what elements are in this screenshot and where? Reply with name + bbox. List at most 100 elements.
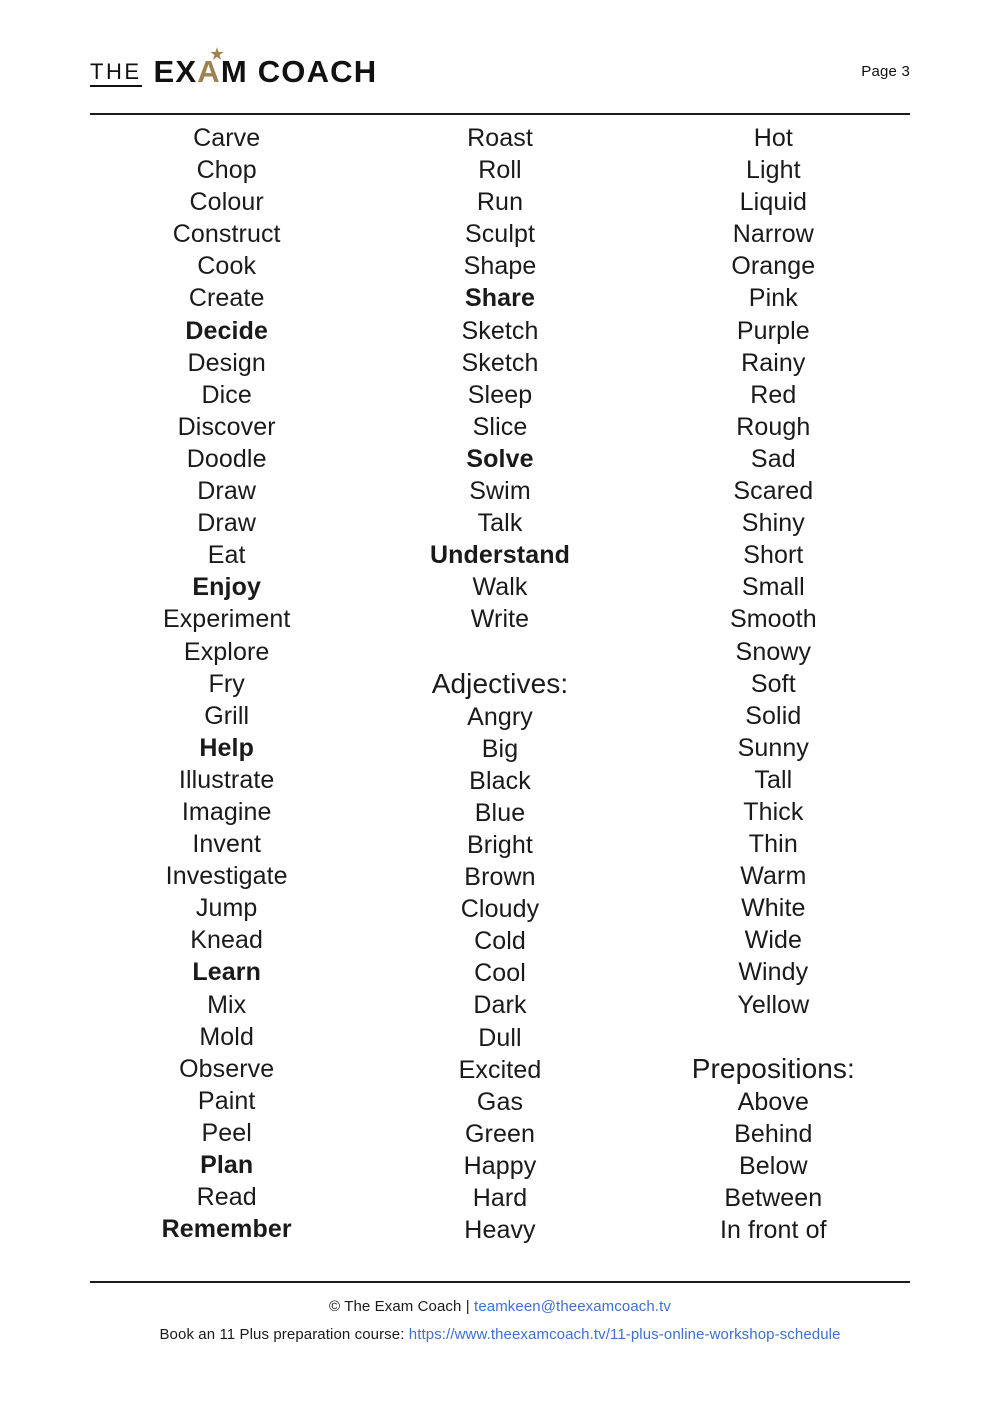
page-header: THE EXA ★ M COACH Page 3	[90, 47, 910, 94]
word-item: Dull	[478, 1023, 522, 1052]
logo-main-text: EXA ★ M COACH	[153, 47, 378, 89]
word-item: Gas	[476, 1087, 524, 1116]
word-item: Orange	[731, 252, 816, 281]
word-item: Roll	[478, 156, 522, 185]
word-item: Blue	[474, 798, 526, 827]
word-item: Understand	[430, 541, 570, 570]
word-item: Fry	[208, 669, 245, 698]
logo-accent-letter: A ★	[197, 47, 223, 87]
word-item: Scared	[733, 477, 814, 506]
footer-divider	[90, 1281, 910, 1283]
word-item: Purple	[736, 316, 810, 345]
word-item: Sunny	[737, 733, 810, 762]
word-item: Talk	[477, 509, 523, 538]
word-item: Discover	[177, 412, 276, 441]
word-item: Sleep	[467, 380, 533, 409]
word-item: Tall	[754, 765, 793, 794]
word-item: Rough	[736, 412, 811, 441]
word-item: Colour	[189, 188, 264, 217]
word-item: Run	[476, 188, 524, 217]
word-item: Paint	[197, 1086, 256, 1115]
page-footer: © The Exam Coach | teamkeen@theexamcoach…	[90, 1293, 910, 1349]
word-item: Soft	[750, 669, 796, 698]
word-item: Learn	[192, 958, 261, 987]
footer-copyright-line: © The Exam Coach | teamkeen@theexamcoach…	[90, 1293, 910, 1321]
footer-course-url-link[interactable]: https://www.theexamcoach.tv/11-plus-onli…	[409, 1326, 841, 1343]
word-item: Sketch	[461, 348, 539, 377]
word-item: White	[741, 894, 806, 923]
word-item: Small	[741, 573, 805, 602]
word-item: Liquid	[739, 188, 807, 217]
word-item: Shiny	[741, 509, 805, 538]
word-item: Help	[199, 733, 254, 762]
word-item: Dice	[201, 380, 252, 409]
word-item: Pink	[748, 284, 798, 313]
word-item: Swim	[469, 477, 531, 506]
word-item: Dark	[473, 991, 527, 1020]
word-item: Smooth	[729, 605, 817, 634]
word-item: Draw	[197, 477, 257, 506]
word-item: Hard	[472, 1184, 528, 1212]
word-item: Imagine	[181, 797, 272, 826]
word-item: Thin	[748, 830, 798, 859]
word-item: Peel	[201, 1118, 252, 1147]
footer-course-label: Book an 11 Plus preparation course:	[159, 1326, 405, 1343]
word-item: Observe	[179, 1054, 275, 1083]
word-item: Slice	[472, 412, 528, 441]
word-item: Enjoy	[192, 573, 261, 602]
word-item: Create	[188, 284, 265, 313]
word-item: Wide	[744, 926, 802, 955]
word-item: Chop	[196, 156, 257, 185]
word-item: Sketch	[461, 316, 539, 345]
footer-separator: |	[465, 1298, 470, 1315]
word-item: Eat	[207, 541, 246, 570]
word-item: Thick	[743, 797, 804, 826]
word-item: Brown	[464, 863, 536, 892]
word-item: Mold	[199, 1022, 254, 1051]
word-item: Construct	[172, 220, 281, 249]
word-item: Below	[739, 1151, 808, 1180]
word-item: Between	[724, 1184, 823, 1212]
word-item: Knead	[190, 926, 264, 955]
word-item: Draw	[197, 509, 257, 538]
word-item: Sculpt	[464, 220, 536, 249]
word-item: Solid	[745, 701, 802, 730]
word-item: Roast	[467, 124, 533, 152]
word-item: Bright	[467, 830, 533, 859]
word-item: Black	[469, 766, 531, 795]
word-item: Light	[745, 156, 801, 185]
section-heading: Prepositions:	[691, 1052, 855, 1084]
word-item: Share	[465, 284, 535, 313]
page-number: Page 3	[861, 62, 910, 80]
footer-copyright: © The Exam Coach	[329, 1298, 462, 1315]
footer-email-link[interactable]: teamkeen@theexamcoach.tv	[474, 1298, 671, 1315]
word-item: Snowy	[735, 637, 812, 666]
word-item: Cold	[474, 927, 526, 956]
column-1: Carve Chop Colour Construct Cook Create Decide…	[90, 122, 363, 1246]
word-item: Design	[187, 348, 266, 377]
brand-logo: THE EXA ★ M COACH	[90, 47, 378, 89]
word-item: Jump	[195, 894, 258, 923]
logo-ex-text: EX	[153, 53, 198, 89]
word-item: Remember	[161, 1215, 292, 1244]
word-item: Plan	[200, 1151, 254, 1179]
word-item: Walk	[472, 573, 528, 602]
word-item: Warm	[740, 862, 807, 891]
word-item: Windy	[738, 958, 809, 987]
column-3: Hot Light Liquid Narrow Orange Pink Purple Rain…	[637, 122, 910, 1246]
word-item: Yellow	[737, 990, 810, 1019]
word-item: Rainy	[741, 348, 806, 377]
word-item: Mix	[207, 990, 247, 1019]
word-item: Doodle	[186, 444, 267, 473]
word-item: Happy	[463, 1151, 537, 1180]
word-item: Read	[196, 1183, 257, 1212]
word-item: Cook	[197, 252, 257, 281]
word-item: Carve	[193, 124, 261, 152]
header-divider	[90, 113, 910, 115]
footer-course-line: Book an 11 Plus preparation course: http…	[90, 1321, 910, 1349]
word-item: Write	[470, 605, 530, 634]
word-list-columns: Carve Chop Colour Construct Cook Create Decide…	[90, 122, 910, 1246]
logo-rest-text: M COACH	[220, 53, 378, 89]
logo-the-text: THE	[90, 60, 142, 87]
word-item: Angry	[467, 702, 533, 731]
